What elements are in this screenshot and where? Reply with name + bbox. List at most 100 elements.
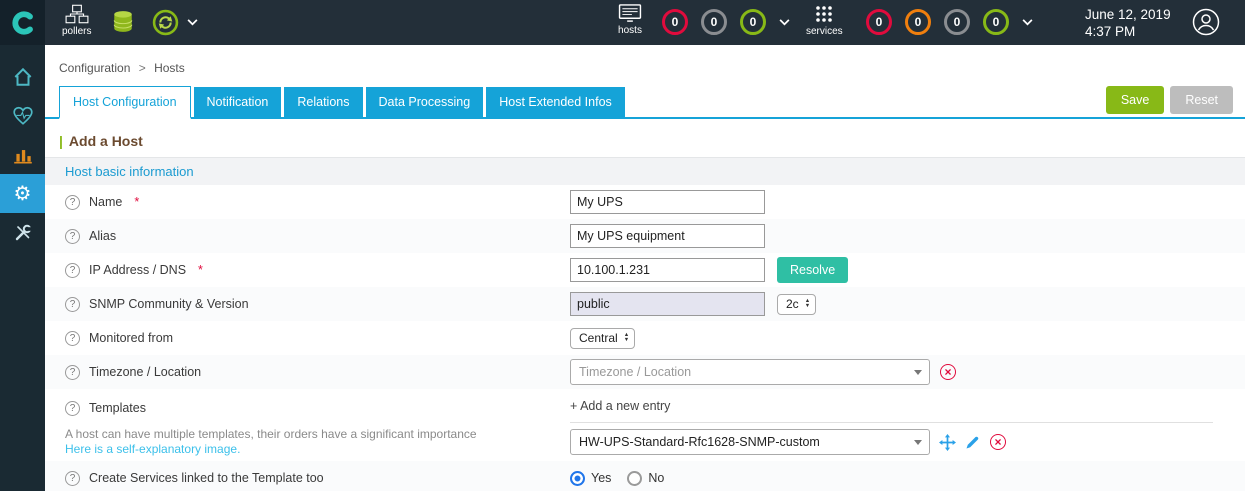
services-ok-badge[interactable]: 0 [983,9,1009,35]
yes-label: Yes [591,471,611,485]
monitored-from-select[interactable]: Central [570,328,635,349]
ip-input[interactable] [570,258,765,282]
template-select-value: HW-UPS-Standard-Rfc1628-SNMP-custom [571,435,907,449]
hosts-label: hosts [618,25,642,36]
sidebar-item-configuration[interactable]: ⚙ [0,174,45,213]
page-title-text: Add a Host [69,133,143,149]
hosts-unreachable-badge[interactable]: 0 [701,9,727,35]
refresh-icon [152,9,179,36]
hosts-menu[interactable]: hosts [618,4,642,36]
tools-wrench-icon [13,223,33,243]
alias-input[interactable] [570,224,765,248]
sidebar-item-reporting[interactable] [0,135,45,174]
host-form: Host basic information ? Name * ? Alias … [45,157,1245,491]
hosts-down-badge[interactable]: 0 [662,9,688,35]
services-critical-badge[interactable]: 0 [866,9,892,35]
breadcrumb-link-hosts[interactable]: Hosts [154,61,185,75]
services-warning-badge[interactable]: 0 [905,9,931,35]
breadcrumb-link-configuration[interactable]: Configuration [59,61,130,75]
sidebar-item-administration[interactable] [0,213,45,252]
refresh-status[interactable] [152,9,179,36]
snmp-label: SNMP Community & Version [89,297,249,311]
form-row-name: ? Name * [45,185,1245,219]
centreon-logo[interactable] [0,0,45,45]
clock: June 12, 2019 4:37 PM [1085,6,1171,40]
gear-icon: ⚙ [14,184,32,204]
form-row-templates: ? Templates + Add a new entry [45,393,1245,423]
form-row-alias: ? Alias [45,219,1245,253]
services-icon [813,4,835,24]
pencil-icon [965,435,980,450]
sidebar: ⚙ [0,45,45,491]
snmp-version-select[interactable]: 2c [777,294,816,315]
template-move-handle[interactable] [939,434,956,451]
services-label: services [806,26,843,37]
snmp-version-value: 2c [786,297,799,311]
help-icon[interactable]: ? [65,401,80,416]
section-host-basic-information: Host basic information [45,157,1245,185]
services-menu[interactable]: services [806,4,843,37]
timezone-label: Timezone / Location [89,365,201,379]
pollers-menu[interactable]: pollers [62,4,91,37]
form-row-snmp: ? SNMP Community & Version 2c [45,287,1245,321]
services-unknown-badge[interactable]: 0 [944,9,970,35]
timezone-select[interactable]: Timezone / Location [570,359,930,385]
help-icon[interactable]: ? [65,365,80,380]
templates-helper-link[interactable]: Here is a self-explanatory image. [65,442,540,457]
create-services-no-radio[interactable] [627,471,642,486]
help-icon[interactable]: ? [65,229,80,244]
timezone-clear-icon[interactable] [940,364,956,380]
name-input[interactable] [570,190,765,214]
tab-host-configuration[interactable]: Host Configuration [59,86,191,119]
save-button[interactable]: Save [1106,86,1165,114]
form-row-ip: ? IP Address / DNS * Resolve [45,253,1245,287]
database-status[interactable] [112,10,134,34]
current-date: June 12, 2019 [1085,6,1171,23]
resolve-button[interactable]: Resolve [777,257,848,283]
form-row-timezone: ? Timezone / Location Timezone / Locatio… [45,355,1245,389]
add-template-entry-link[interactable]: + Add a new entry [570,399,670,413]
services-status-badges: 0 0 0 0 [866,9,1033,35]
tab-host-extended-infos[interactable]: Host Extended Infos [486,87,625,117]
poller-status-chevron-icon[interactable] [187,19,198,26]
help-icon[interactable]: ? [65,297,80,312]
dropdown-caret-icon [907,370,929,375]
template-select[interactable]: HW-UPS-Standard-Rfc1628-SNMP-custom [570,429,930,455]
create-services-yes-radio[interactable] [570,471,585,486]
page-title: |Add a Host [59,133,1245,149]
timezone-placeholder: Timezone / Location [571,365,907,379]
database-icon [112,10,134,34]
alias-label: Alias [89,229,116,243]
name-label: Name [89,195,122,209]
ip-label: IP Address / DNS [89,263,186,277]
services-status-chevron-icon[interactable] [1022,19,1033,26]
tab-relations[interactable]: Relations [284,87,362,117]
user-menu[interactable] [1192,8,1220,41]
help-icon[interactable]: ? [65,195,80,210]
home-icon [12,66,34,88]
snmp-community-input[interactable] [570,292,765,316]
hosts-status-chevron-icon[interactable] [779,19,790,26]
help-icon[interactable]: ? [65,471,80,486]
tab-data-processing[interactable]: Data Processing [366,87,484,117]
template-delete-icon[interactable] [990,434,1006,450]
help-icon[interactable]: ? [65,263,80,278]
tab-notification[interactable]: Notification [194,87,282,117]
template-entry-row: A host can have multiple templates, thei… [45,423,1245,461]
template-edit-button[interactable] [965,435,980,450]
select-stepper-icon [805,299,810,309]
hosts-up-badge[interactable]: 0 [740,9,766,35]
reset-button[interactable]: Reset [1170,86,1233,114]
dropdown-caret-icon [907,440,929,445]
no-label: No [648,471,664,485]
templates-helper-text: A host can have multiple templates, thei… [65,427,540,442]
help-icon[interactable]: ? [65,331,80,346]
form-actions: Save Reset [1106,86,1233,114]
monitored-from-label: Monitored from [89,331,173,345]
sidebar-item-monitoring[interactable] [0,96,45,135]
current-time: 4:37 PM [1085,23,1171,40]
sidebar-item-home[interactable] [0,57,45,96]
create-services-radio-group: Yes No [570,471,664,486]
top-bar: pollers hosts 0 0 0 [0,0,1245,45]
templates-label: Templates [89,401,146,415]
